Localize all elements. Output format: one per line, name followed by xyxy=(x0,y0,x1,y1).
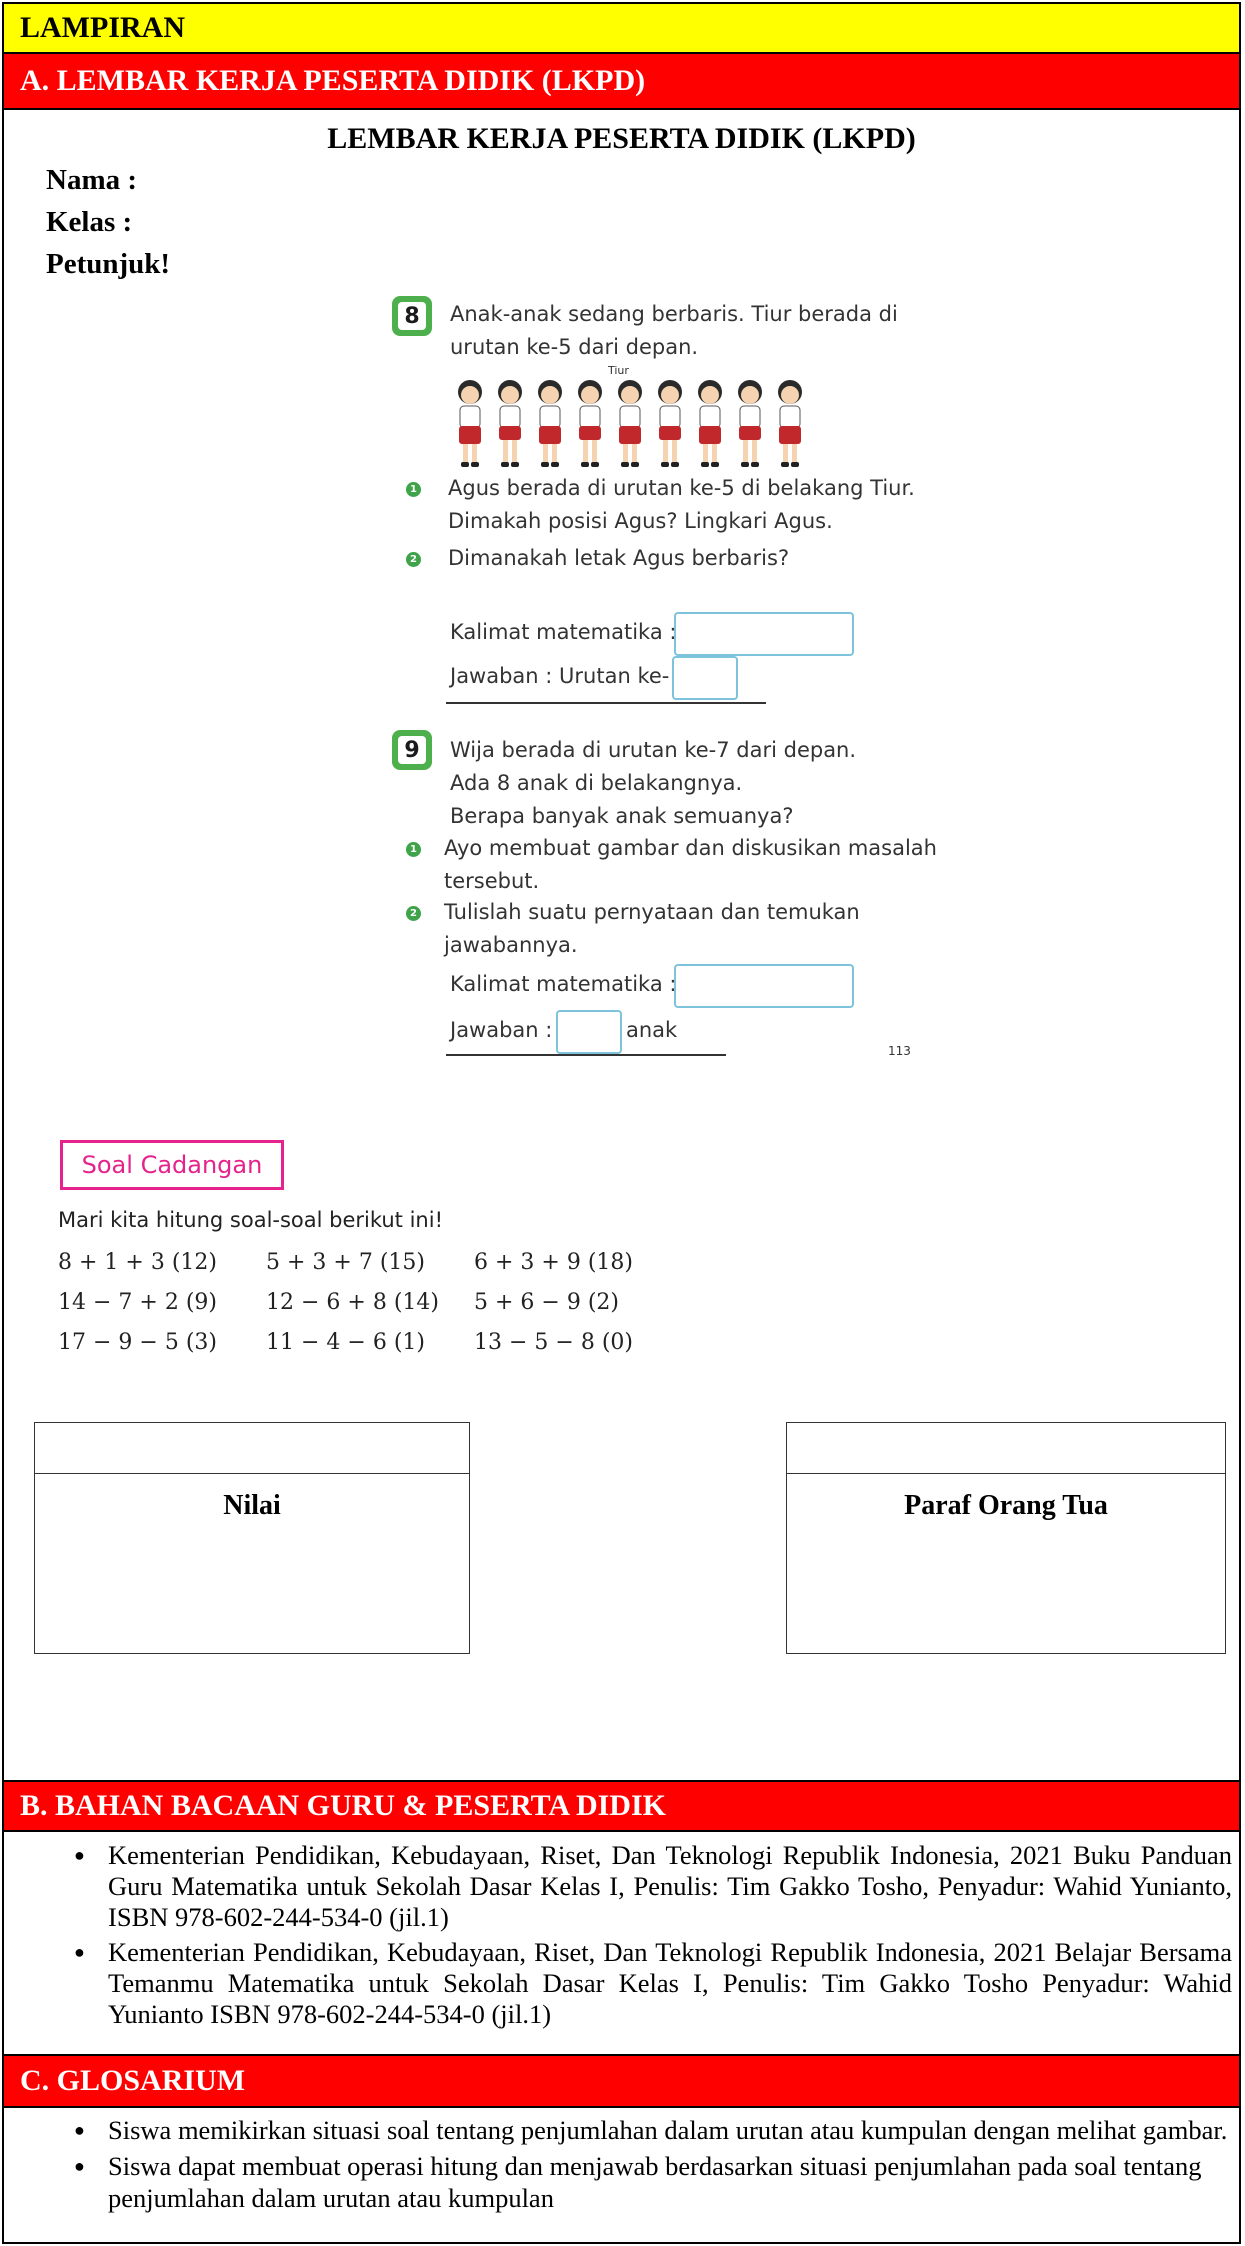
kelas-label: Kelas : xyxy=(46,206,133,238)
problem-9-jawaban-box[interactable] xyxy=(556,1010,622,1054)
section-a-heading-text: A. LEMBAR KERJA PESERTA DIDIK (LKPD) xyxy=(20,64,646,97)
glossary-list: Siswa memikirkan situasi soal tentang pe… xyxy=(74,2114,1232,2218)
problem-9-step1-line2: tersebut. xyxy=(444,869,540,893)
problem-9-jawaban-label: Jawaban : xyxy=(450,1018,553,1042)
problem-8-kalimat-label: Kalimat matematika : xyxy=(450,620,677,644)
section-c-heading: C. GLOSARIUM xyxy=(4,2054,1239,2108)
problem-9-step1: Ayo membuat gambar dan diskusikan masala… xyxy=(444,832,937,898)
list-item: Kementerian Pendidikan, Kebudayaan, Rise… xyxy=(74,1840,1232,1933)
step-1-icon: 1 xyxy=(406,482,421,497)
problem-9-step2-line1: Tulislah suatu pernyataan dan temukan xyxy=(444,900,860,924)
problem-9-badge: 9 xyxy=(392,730,432,770)
soal-item: 5 + 6 − 9 (2) xyxy=(474,1290,619,1315)
problem-9-number: 9 xyxy=(398,736,426,764)
child-figure xyxy=(618,380,642,467)
problem-9-line1: Wija berada di urutan ke-7 dari depan. xyxy=(450,738,857,762)
section-b-heading-text: B. BAHAN BACAAN GURU & PESERTA DIDIK xyxy=(20,1789,666,1822)
lkpd-title: LEMBAR KERJA PESERTA DIDIK (LKPD) xyxy=(327,122,916,155)
soal-item: 5 + 3 + 7 (15) xyxy=(266,1250,425,1275)
nilai-box[interactable]: Nilai xyxy=(34,1422,470,1654)
problem-9-step2: Tulislah suatu pernyataan dan temukan ja… xyxy=(444,896,860,962)
children-line-illustration xyxy=(458,380,802,467)
problem-8-kalimat-box[interactable] xyxy=(674,612,854,656)
nilai-box-header xyxy=(35,1423,469,1474)
child-figure xyxy=(578,380,602,467)
problem-9-kalimat-box[interactable] xyxy=(674,964,854,1008)
child-figure xyxy=(458,380,482,467)
problem-8-jawaban-box[interactable] xyxy=(672,656,738,700)
problem-9-anak-label: anak xyxy=(626,1018,678,1042)
problem-8-line2: urutan ke-5 dari depan. xyxy=(450,335,699,359)
child-figure xyxy=(538,380,562,467)
problem-8-step1-line2: Dimakah posisi Agus? Lingkari Agus. xyxy=(448,509,833,533)
lampiran-heading: LAMPIRAN xyxy=(4,4,1239,54)
nilai-label: Nilai xyxy=(223,1490,281,1521)
soal-item: 11 − 4 − 6 (1) xyxy=(266,1330,425,1355)
paraf-box-header xyxy=(787,1423,1225,1474)
divider-line xyxy=(446,1054,726,1056)
soal-item: 13 − 5 − 8 (0) xyxy=(474,1330,633,1355)
problem-9-line2: Ada 8 anak di belakangnya. xyxy=(450,771,743,795)
soal-cadangan-title-text: Soal Cadangan xyxy=(81,1151,263,1179)
soal-item: 6 + 3 + 9 (18) xyxy=(474,1250,633,1275)
problem-8-badge: 8 xyxy=(392,296,432,336)
step-1-icon: 1 xyxy=(406,842,421,857)
petunjuk-label: Petunjuk! xyxy=(46,248,171,280)
child-figure xyxy=(738,380,762,467)
problem-9-step1-line1: Ayo membuat gambar dan diskusikan masala… xyxy=(444,836,937,860)
soal-cadangan-title: Soal Cadangan xyxy=(60,1140,284,1190)
problem-8-number: 8 xyxy=(398,302,426,330)
soal-item: 14 − 7 + 2 (9) xyxy=(58,1290,217,1315)
document-page: LAMPIRAN A. LEMBAR KERJA PESERTA DIDIK (… xyxy=(2,2,1241,2244)
problem-9-text: Wija berada di urutan ke-7 dari depan. A… xyxy=(450,734,856,833)
paraf-box[interactable]: Paraf Orang Tua xyxy=(786,1422,1226,1654)
soal-item: 12 − 6 + 8 (14) xyxy=(266,1290,439,1315)
section-b-heading: B. BAHAN BACAAN GURU & PESERTA DIDIK xyxy=(4,1780,1239,1832)
page-number: 113 xyxy=(888,1044,911,1058)
problem-8-step2: Dimanakah letak Agus berbaris? xyxy=(448,546,790,570)
lampiran-text: LAMPIRAN xyxy=(20,11,185,44)
soal-item: 17 − 9 − 5 (3) xyxy=(58,1330,217,1355)
child-figure xyxy=(778,380,802,467)
list-item: Siswa memikirkan situasi soal tentang pe… xyxy=(74,2114,1232,2146)
list-item: Siswa dapat membuat operasi hitung dan m… xyxy=(74,2150,1232,2214)
child-figure xyxy=(498,380,522,467)
section-c-heading-text: C. GLOSARIUM xyxy=(20,2064,246,2097)
problem-8-step1-line1: Agus berada di urutan ke-5 di belakang T… xyxy=(448,476,915,500)
section-a-heading: A. LEMBAR KERJA PESERTA DIDIK (LKPD) xyxy=(4,54,1239,110)
problem-8-step1: Agus berada di urutan ke-5 di belakang T… xyxy=(448,472,915,538)
nama-label: Nama : xyxy=(46,164,138,196)
step-2-icon: 2 xyxy=(406,552,421,567)
child-figure xyxy=(658,380,682,467)
paraf-label: Paraf Orang Tua xyxy=(904,1490,1108,1521)
references-list: Kementerian Pendidikan, Kebudayaan, Rise… xyxy=(74,1840,1232,2034)
divider-line xyxy=(446,702,766,704)
problem-9-step2-line2: jawabannya. xyxy=(444,933,578,957)
problem-8-jawaban-label: Jawaban : Urutan ke- xyxy=(450,664,670,688)
child-figure xyxy=(698,380,722,467)
problem-9-kalimat-label: Kalimat matematika : xyxy=(450,972,677,996)
problem-8-line1: Anak-anak sedang berbaris. Tiur berada d… xyxy=(450,302,898,326)
step-2-icon: 2 xyxy=(406,906,421,921)
problem-8-text: Anak-anak sedang berbaris. Tiur berada d… xyxy=(450,298,898,364)
list-item: Kementerian Pendidikan, Kebudayaan, Rise… xyxy=(74,1937,1232,2030)
soal-cadangan-instruction: Mari kita hitung soal-soal berikut ini! xyxy=(58,1208,443,1232)
soal-item: 8 + 1 + 3 (12) xyxy=(58,1250,217,1275)
problem-9-line3: Berapa banyak anak semuanya? xyxy=(450,804,794,828)
